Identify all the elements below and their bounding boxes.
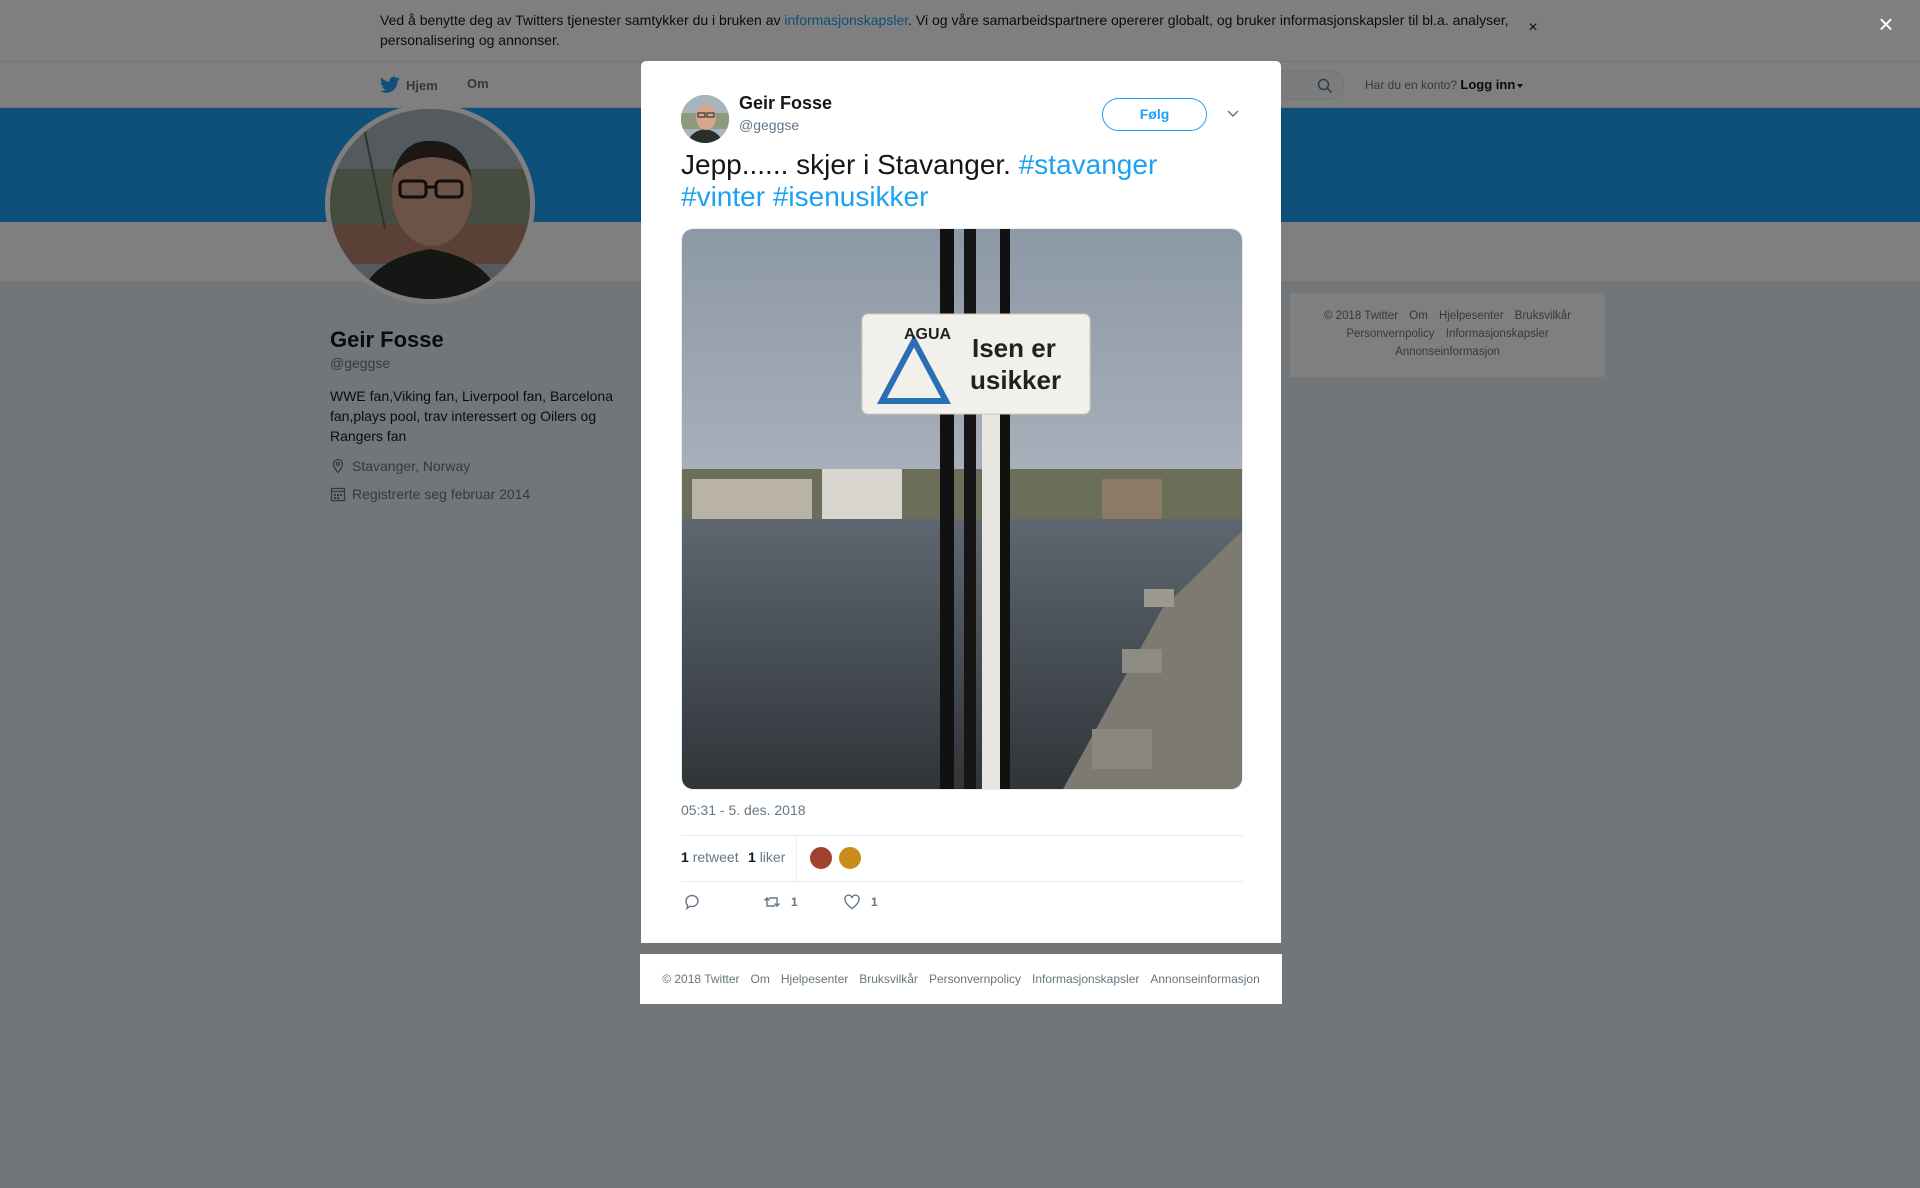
stats-divider xyxy=(796,836,797,881)
liker-avatar[interactable] xyxy=(838,846,862,870)
tweet-photo-image: AGUA Isen er usikker xyxy=(682,229,1242,789)
liker-avatar[interactable] xyxy=(809,846,833,870)
like-count: 1 xyxy=(748,849,756,865)
footer-link-ads[interactable]: Annonseinformasjon xyxy=(1150,972,1259,986)
hashtag-link[interactable]: #vinter xyxy=(681,181,765,212)
retweet-label: retweet xyxy=(692,849,739,865)
tweet-author-avatar-image xyxy=(681,95,729,143)
tweet-body: Jepp...... skjer i Stavanger. xyxy=(681,149,1019,180)
sign-small-text: AGUA xyxy=(904,326,952,343)
follow-button[interactable]: Følg xyxy=(1102,98,1207,131)
retweet-count: 1 xyxy=(681,849,689,865)
tweet-text: Jepp...... skjer i Stavanger. #stavanger… xyxy=(681,149,1241,213)
retweet-button[interactable]: 1 xyxy=(763,893,798,911)
modal-footer: © 2018 Twitter Om Hjelpesenter Bruksvilk… xyxy=(640,954,1282,1004)
tweet-author-handle[interactable]: @geggse xyxy=(739,117,799,133)
tweet-author-name[interactable]: Geir Fosse xyxy=(739,93,832,114)
footer-link-privacy[interactable]: Personvernpolicy xyxy=(929,972,1021,986)
reply-button[interactable] xyxy=(683,893,711,911)
retweet-stat[interactable]: 1 retweet xyxy=(681,849,739,865)
tweet-timestamp[interactable]: 05:31 - 5. des. 2018 xyxy=(681,802,806,818)
retweet-action-count: 1 xyxy=(791,895,798,909)
like-stat[interactable]: 1 liker xyxy=(748,849,785,865)
footer-copyright: © 2018 Twitter xyxy=(662,972,740,986)
like-label: liker xyxy=(759,849,786,865)
heart-icon xyxy=(844,894,860,910)
sign-text-line1: Isen er xyxy=(972,333,1056,363)
footer-link-om[interactable]: Om xyxy=(751,972,770,986)
reply-icon xyxy=(685,894,699,911)
hashtag-link[interactable]: #isenusikker xyxy=(773,181,929,212)
like-button[interactable]: 1 xyxy=(843,893,878,911)
tweet-author-avatar[interactable] xyxy=(681,95,729,143)
hashtag-link[interactable]: #stavanger xyxy=(1019,149,1158,180)
tweet-modal: Geir Fosse @geggse Følg Jepp...... skjer… xyxy=(641,61,1281,943)
footer-link-help[interactable]: Hjelpesenter xyxy=(781,972,848,986)
close-icon[interactable]: × xyxy=(1874,11,1898,37)
footer-link-cookies[interactable]: Informasjonskapsler xyxy=(1032,972,1139,986)
chevron-down-icon[interactable] xyxy=(1225,105,1241,121)
tweet-stats: 1 retweet 1 liker xyxy=(681,835,1243,882)
retweet-icon xyxy=(764,897,780,907)
tweet-actions: 1 1 xyxy=(681,893,1243,923)
sign-text-line2: usikker xyxy=(970,365,1061,395)
footer-link-terms[interactable]: Bruksvilkår xyxy=(859,972,918,986)
like-action-count: 1 xyxy=(871,895,878,909)
tweet-photo[interactable]: AGUA Isen er usikker xyxy=(681,228,1243,790)
